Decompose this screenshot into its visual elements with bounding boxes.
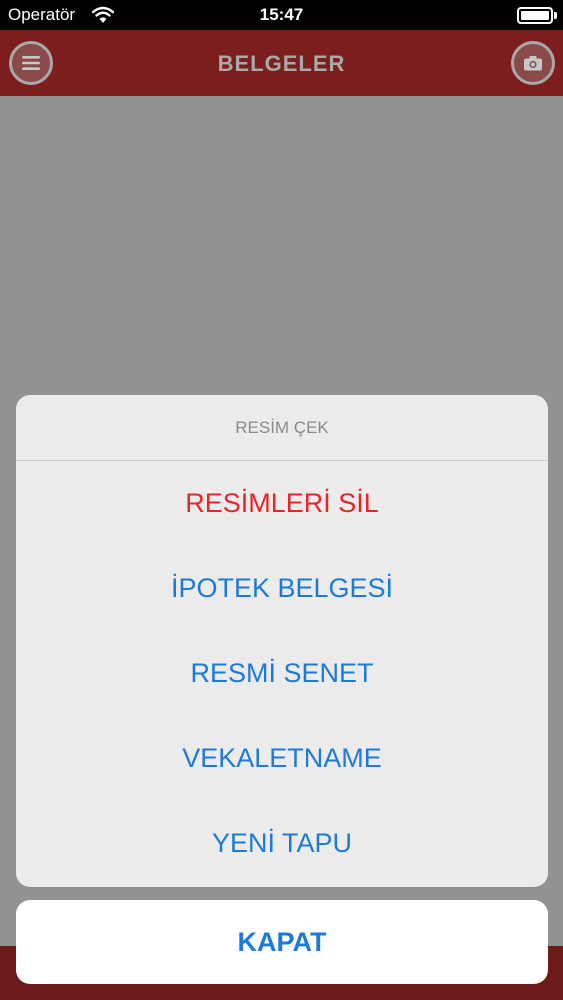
action-sheet-title: RESİM ÇEK: [16, 395, 548, 461]
close-button[interactable]: KAPAT: [16, 900, 548, 984]
battery-icon: [517, 7, 557, 24]
mortgage-document-button[interactable]: İPOTEK BELGESİ: [16, 546, 548, 631]
clock-time: 15:47: [259, 5, 304, 24]
official-deed-button[interactable]: RESMİ SENET: [16, 631, 548, 716]
camera-icon: [524, 56, 542, 71]
camera-button[interactable]: [511, 41, 555, 85]
page-title: BELGELER: [217, 51, 346, 76]
status-bar: Operatör 15:47: [0, 0, 563, 30]
new-title-deed-button[interactable]: YENİ TAPU: [16, 801, 548, 886]
navigation-bar: BELGELER: [0, 30, 563, 96]
delete-images-button[interactable]: RESİMLERİ SİL: [16, 461, 548, 546]
power-of-attorney-button[interactable]: VEKALETNAME: [16, 716, 548, 801]
action-sheet: RESİM ÇEK RESİMLERİ SİL İPOTEK BELGESİ R…: [16, 395, 548, 887]
